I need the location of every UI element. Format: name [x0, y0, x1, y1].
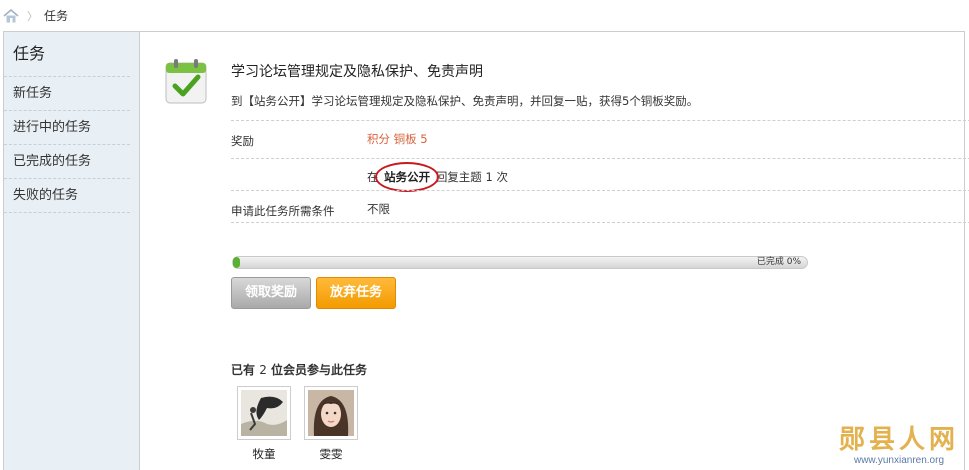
condition-row: 申请此任务所需条件 不限 [231, 190, 969, 222]
forum-link[interactable]: 站务公开 [375, 162, 440, 192]
condition-value: 不限 [367, 202, 390, 216]
participants-count: 2 [259, 363, 267, 377]
member-card[interactable]: 雯雯 [304, 386, 358, 462]
breadcrumb-separator: 〉 [27, 9, 38, 23]
task-description: 到【站务公开】学习论坛管理规定及隐私保护、免责声明，并回复一贴，获得5个铜板奖励… [231, 94, 699, 108]
reward-label: 奖励 [231, 134, 254, 148]
reward-value: 积分 铜板 5 [367, 132, 428, 146]
participants-heading: 已有 2 位会员参与此任务 [231, 361, 367, 378]
watermark-url: www.yunxianren.org [853, 455, 945, 466]
claim-reward-button[interactable]: 领取奖励 [231, 277, 311, 309]
requirement-suffix: 回复主题 1 次 [435, 170, 508, 184]
avatar[interactable] [304, 386, 358, 440]
participants-suffix: 位会员参与此任务 [271, 363, 368, 377]
sidebar-item-new-tasks[interactable]: 新任务 [4, 77, 130, 111]
requirement-text: 在 站务公开 回复主题 1 次 [367, 162, 508, 192]
watermark-title: 郧县人网 [838, 425, 959, 455]
forum-link-label: 站务公开 [384, 170, 431, 184]
member-card[interactable]: 牧童 [237, 386, 291, 462]
avatar[interactable] [237, 386, 291, 440]
breadcrumb-current: 任务 [44, 9, 69, 23]
abandon-task-button[interactable]: 放弃任务 [316, 277, 396, 309]
breadcrumb: 〉 任务 [0, 0, 969, 31]
progress-bar: 已完成 0% [232, 256, 808, 269]
sidebar-menu: 新任务 进行中的任务 已完成的任务 失败的任务 [4, 77, 139, 213]
task-details: 奖励 积分 铜板 5 在 站务公开 回复主题 1 次 申请此任务所需条件 不限 [231, 120, 969, 223]
sidebar-item-completed[interactable]: 已完成的任务 [4, 145, 130, 179]
participants-prefix: 已有 [231, 363, 256, 377]
reward-row: 奖励 积分 铜板 5 [231, 120, 969, 158]
progress-fill [233, 257, 240, 268]
task-title: 学习论坛管理规定及隐私保护、免责声明 [231, 64, 483, 80]
sidebar-item-in-progress[interactable]: 进行中的任务 [4, 111, 130, 145]
requirement-row: 在 站务公开 回复主题 1 次 [231, 158, 969, 192]
progress-label: 已完成 0% [756, 257, 801, 267]
home-icon[interactable] [3, 8, 19, 23]
task-panel: 任务 新任务 进行中的任务 已完成的任务 失败的任务 学习论坛管理规定及隐私保护… [3, 31, 969, 470]
divider [231, 222, 969, 223]
site-watermark: 郧县人网 www.yunxianren.org [833, 425, 965, 467]
task-content: 学习论坛管理规定及隐私保护、免责声明 到【站务公开】学习论坛管理规定及隐私保护、… [141, 32, 969, 470]
member-name: 牧童 [252, 447, 276, 461]
sidebar: 任务 新任务 进行中的任务 已完成的任务 失败的任务 [4, 32, 140, 470]
condition-label: 申请此任务所需条件 [231, 204, 335, 218]
calendar-check-icon [165, 58, 207, 104]
requirement-prefix: 在 [367, 170, 379, 184]
member-name: 雯雯 [319, 447, 343, 461]
sidebar-item-failed[interactable]: 失败的任务 [4, 179, 130, 213]
sidebar-title: 任务 [4, 32, 130, 77]
